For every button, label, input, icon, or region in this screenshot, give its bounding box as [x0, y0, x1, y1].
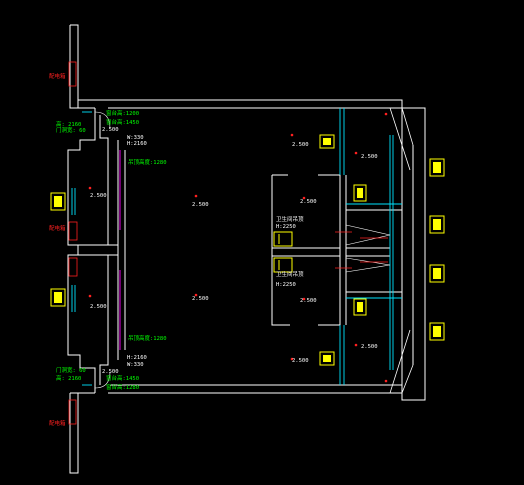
elevation-label: 2.500	[292, 358, 309, 364]
elevation-label: 2.500	[300, 298, 317, 304]
elevation-label: 2.500	[192, 296, 209, 302]
bathroom-ceiling-height: H:2250	[276, 282, 296, 288]
door-width-label: 门洞宽: 60	[56, 366, 86, 374]
sill-height-label: 窗台高:1450	[106, 118, 139, 126]
opening-height-label: H:2160	[127, 141, 147, 147]
panel-label: 配电箱	[49, 419, 66, 427]
opening-height-label: H:2160	[127, 355, 147, 361]
elevation-label: 2.500	[192, 202, 209, 208]
ceiling-light-icon	[273, 257, 293, 273]
panel-label: 配电箱	[49, 224, 66, 232]
opening-width-label: W:330	[127, 362, 144, 368]
ceiling-height-label: 吊顶高度:1280	[128, 334, 167, 342]
door-height-label: 高: 2160	[56, 120, 81, 128]
elevation-label: 2.500	[90, 193, 107, 199]
glazing	[71, 108, 402, 386]
ceiling-plan-drawing: 窗台高:1200 窗台高:1450 高: 2160 门洞宽: 60 吊顶高度:1…	[49, 24, 445, 474]
green-annotations: 窗台高:1200 窗台高:1450 高: 2160 门洞宽: 60 吊顶高度:1…	[56, 109, 167, 391]
panel-label: 配电箱	[49, 72, 66, 80]
elevation-label: 2.500	[361, 154, 378, 160]
sill-height-label: 窗台高:1200	[106, 109, 139, 117]
elevation-label: 2.500	[102, 127, 119, 133]
elevation-label: 2.500	[361, 344, 378, 350]
elevation-label: 2.500	[90, 304, 107, 310]
bathroom-ceiling-title: 卫生间吊顶	[276, 215, 304, 223]
bathroom-ceiling-height: H:2250	[276, 224, 296, 230]
door-width-label: 门洞宽: 60	[56, 126, 86, 134]
sill-height-label: 窗台高:1450	[106, 374, 139, 382]
door-height-label: 高: 2160	[56, 374, 81, 382]
elevation-label: 2.500	[292, 142, 309, 148]
bathroom-ceiling-title: 卫生间吊顶	[276, 270, 304, 278]
elevation-label: 2.500	[300, 199, 317, 205]
sill-height-label: 窗台高:1280	[106, 383, 139, 391]
walls	[67, 24, 426, 474]
yellow-fixtures	[50, 134, 445, 366]
elevation-label: 2.500	[102, 369, 119, 375]
ceiling-light-icon	[273, 231, 293, 247]
ceiling-height-label: 吊顶高度:1280	[128, 158, 167, 166]
